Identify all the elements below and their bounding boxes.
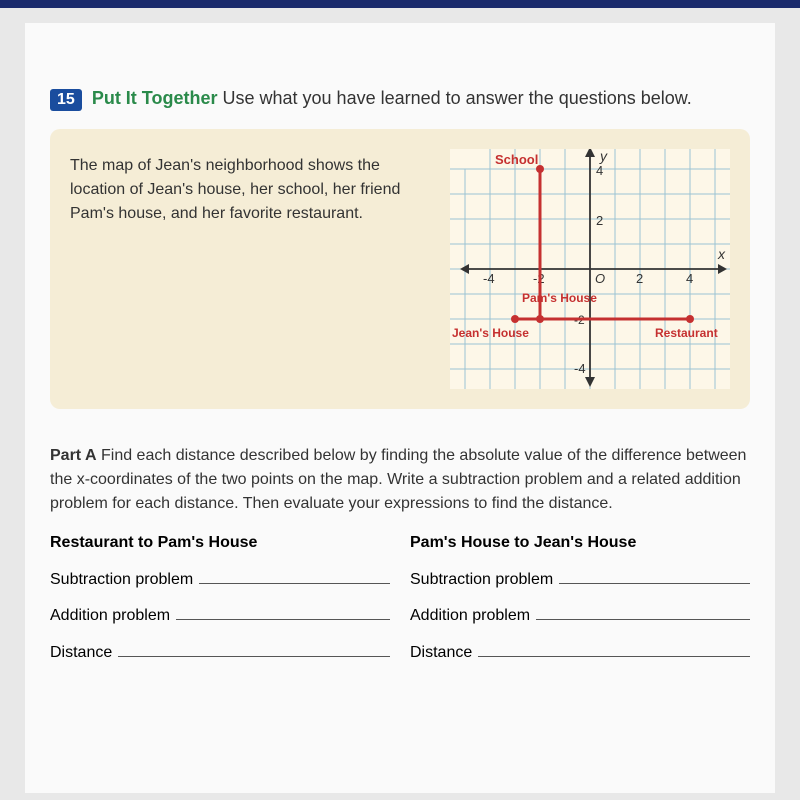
tick-origin: O bbox=[595, 271, 605, 286]
window-top-border bbox=[0, 0, 800, 8]
column-pam-jean: Pam's House to Jean's House Subtraction … bbox=[410, 534, 750, 676]
page-content: 15 Put It Together Use what you have lea… bbox=[25, 23, 775, 793]
label-distance-right: Distance bbox=[410, 644, 472, 662]
point-jean-house bbox=[511, 315, 519, 323]
problem-text: The map of Jean's neighborhood shows the… bbox=[70, 149, 435, 389]
label-jean: Jean's House bbox=[452, 326, 529, 340]
tick-x-4: 4 bbox=[686, 271, 693, 286]
row-left-addition: Addition problem bbox=[50, 603, 390, 626]
label-subtraction-left: Subtraction problem bbox=[50, 571, 193, 589]
blank-subtraction-right[interactable] bbox=[559, 566, 750, 584]
answer-columns: Restaurant to Pam's House Subtraction pr… bbox=[50, 534, 750, 676]
x-axis-label: x bbox=[717, 246, 726, 262]
column-restaurant-pam: Restaurant to Pam's House Subtraction pr… bbox=[50, 534, 390, 676]
question-number-badge: 15 bbox=[50, 89, 82, 111]
part-a-label: Part A bbox=[50, 447, 97, 464]
label-distance-left: Distance bbox=[50, 644, 112, 662]
blank-distance-right[interactable] bbox=[478, 639, 750, 657]
tick-y-4: 4 bbox=[596, 163, 603, 178]
row-left-distance: Distance bbox=[50, 639, 390, 662]
tick-x-2: 2 bbox=[636, 271, 643, 286]
label-addition-right: Addition problem bbox=[410, 607, 530, 625]
arrow-right-icon bbox=[718, 264, 727, 274]
label-school: School bbox=[495, 152, 538, 167]
blank-distance-left[interactable] bbox=[118, 639, 390, 657]
tick-x-neg4: -4 bbox=[483, 271, 495, 286]
label-pam: Pam's House bbox=[522, 291, 597, 305]
part-a-text: Find each distance described below by fi… bbox=[50, 447, 746, 512]
row-left-subtraction: Subtraction problem bbox=[50, 566, 390, 589]
row-right-subtraction: Subtraction problem bbox=[410, 566, 750, 589]
question-header: 15 Put It Together Use what you have lea… bbox=[50, 88, 750, 111]
arrow-down-icon bbox=[585, 377, 595, 387]
label-subtraction-right: Subtraction problem bbox=[410, 571, 553, 589]
question-instruction: Use what you have learned to answer the … bbox=[223, 88, 692, 108]
label-restaurant: Restaurant bbox=[655, 326, 718, 340]
blank-subtraction-left[interactable] bbox=[199, 566, 390, 584]
point-restaurant bbox=[686, 315, 694, 323]
problem-panel: The map of Jean's neighborhood shows the… bbox=[50, 129, 750, 409]
part-a-section: Part A Find each distance described belo… bbox=[50, 444, 750, 516]
blank-addition-right[interactable] bbox=[536, 603, 750, 621]
row-right-distance: Distance bbox=[410, 639, 750, 662]
col-head-right: Pam's House to Jean's House bbox=[410, 534, 750, 552]
coordinate-graph: y x -4 -2 O 2 4 4 2 -2 -4 bbox=[450, 149, 730, 389]
col-head-left: Restaurant to Pam's House bbox=[50, 534, 390, 552]
point-pam-house bbox=[536, 315, 544, 323]
label-addition-left: Addition problem bbox=[50, 607, 170, 625]
y-axis-label: y bbox=[599, 149, 608, 164]
tick-y-2: 2 bbox=[596, 213, 603, 228]
question-title: Put It Together bbox=[92, 88, 218, 108]
row-right-addition: Addition problem bbox=[410, 603, 750, 626]
blank-addition-left[interactable] bbox=[176, 603, 390, 621]
arrow-up-icon bbox=[585, 149, 595, 157]
tick-y-neg4: -4 bbox=[574, 361, 586, 376]
